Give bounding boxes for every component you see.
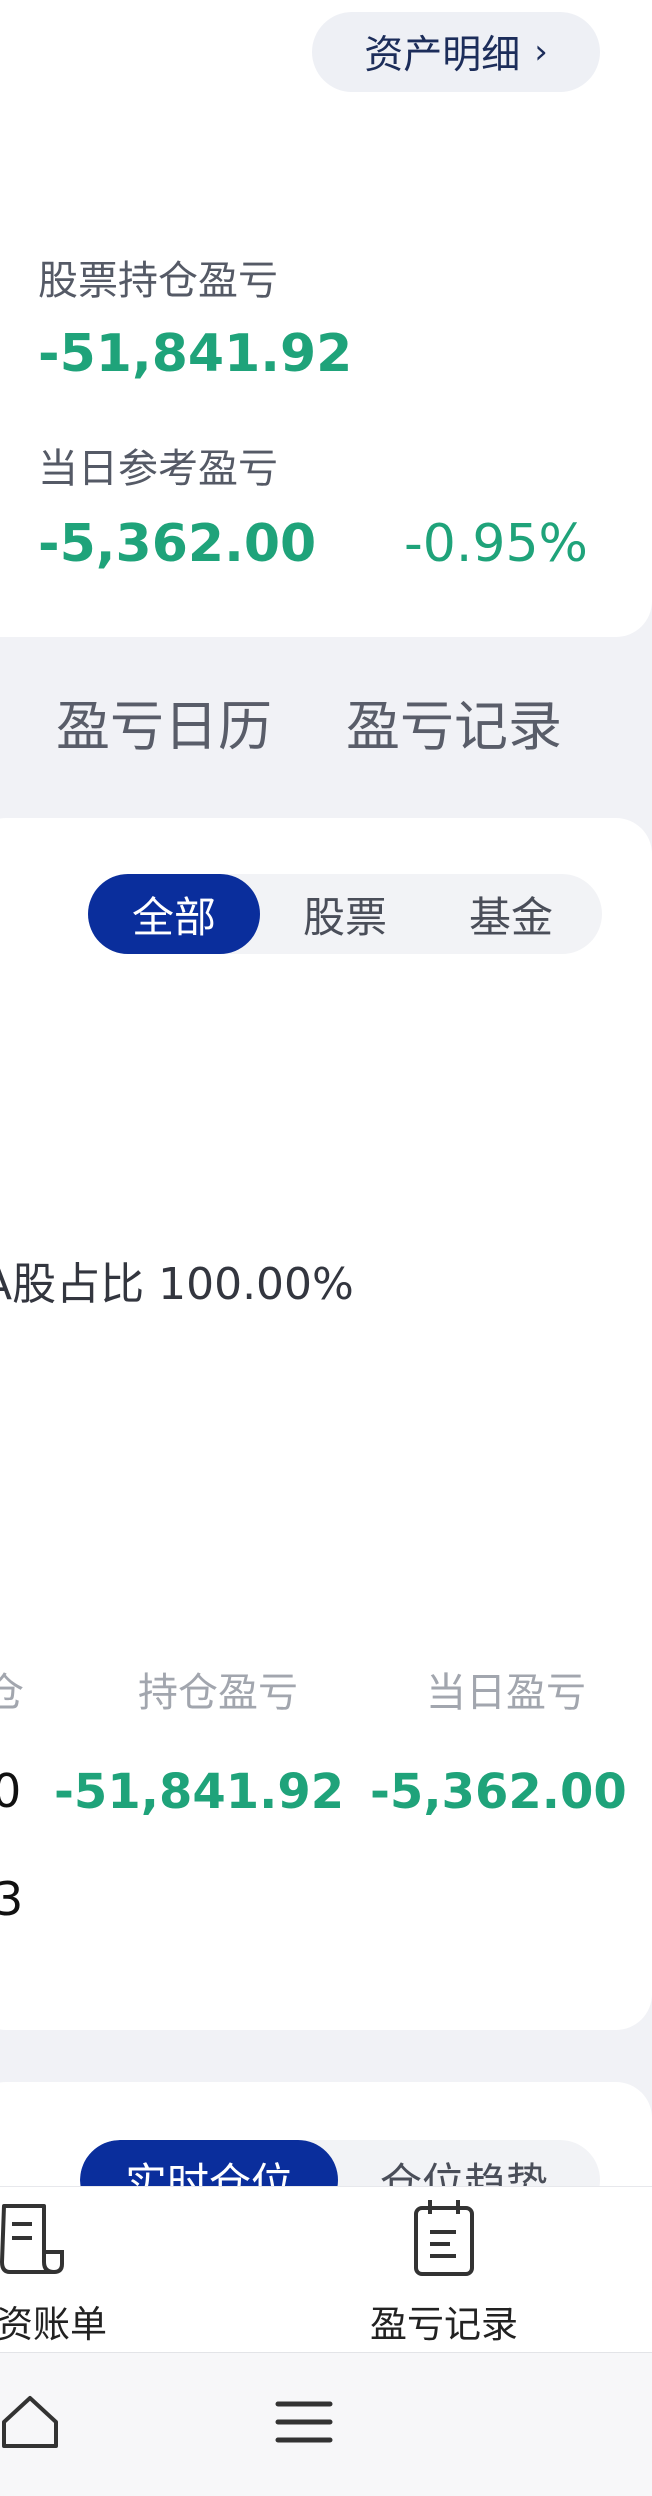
col-head-holding-pl: 持仓盈亏 <box>138 1670 298 1716</box>
calendar-list-icon[interactable] <box>410 2196 480 2280</box>
filter-all[interactable]: 全部 <box>88 874 260 954</box>
filter-fund[interactable]: 基金 <box>436 874 586 954</box>
daily-pl-value: -5,362.00 <box>38 514 317 574</box>
chevron-right-icon: › <box>534 32 548 72</box>
stock-pl-value: -51,841.92 <box>38 324 353 384</box>
row-daily-pl: -5,362.00 <box>370 1764 627 1820</box>
asset-detail-button[interactable]: 资产明细 › <box>312 12 600 92</box>
home-icon[interactable] <box>0 2392 64 2452</box>
a-share-ratio: A股占比 100.00% <box>0 1259 354 1310</box>
tab-pl-records[interactable]: 盈亏记录 <box>346 682 562 761</box>
receipt-icon[interactable] <box>0 2200 70 2280</box>
asset-detail-label: 资产明细 <box>364 33 521 78</box>
daily-pl-label: 当日参考盈亏 <box>38 446 278 492</box>
col-head-daily-pl: 当日盈亏 <box>426 1670 586 1716</box>
row-cut-second: 3 <box>0 1872 24 1926</box>
filter-stock[interactable]: 股票 <box>270 874 420 954</box>
pl-records-action-label[interactable]: 盈亏记录 <box>370 2294 518 2348</box>
daily-pl-percent: -0.95% <box>404 514 588 574</box>
row-holding-pl: -51,841.92 <box>54 1764 345 1820</box>
menu-icon[interactable] <box>274 2398 334 2446</box>
holdings-card <box>0 818 652 2030</box>
row-cut-value: 0 <box>0 1764 22 1818</box>
stock-pl-label: 股票持仓盈亏 <box>38 258 278 304</box>
page: 资产明细 › 股票持仓盈亏 -51,841.92 当日参考盈亏 -5,362.0… <box>0 0 652 2496</box>
bill-action-label[interactable]: 资账单 <box>0 2294 107 2348</box>
tab-pl-calendar[interactable]: 盈亏日历 <box>56 682 272 761</box>
col-head-position: 仓 <box>0 1670 24 1716</box>
